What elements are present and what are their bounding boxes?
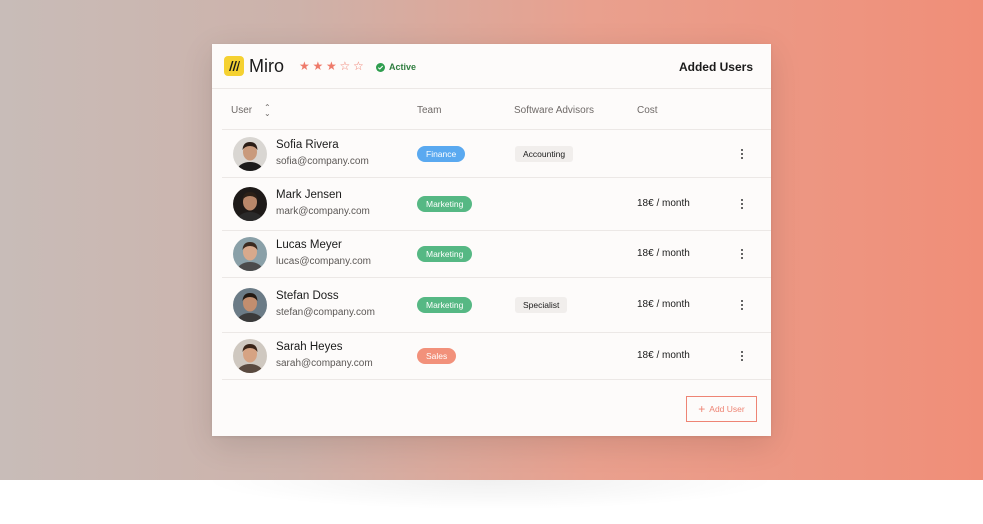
avatar: [233, 338, 267, 373]
user-email: stefan@company.com: [276, 306, 375, 318]
cost-value: 18€ / month: [637, 349, 690, 361]
column-header-team: Team: [417, 105, 442, 116]
team-badge: Sales: [417, 347, 457, 364]
check-circle-icon: [376, 62, 385, 72]
team-badge: Finance: [417, 145, 466, 162]
star-empty-icon: ☆: [339, 59, 351, 73]
divider: [222, 129, 771, 130]
add-user-button[interactable]: + Add User: [686, 396, 757, 422]
status-text: Active: [389, 62, 417, 72]
user-email: sofia@company.com: [276, 155, 369, 167]
user-name: Stefan Doss: [276, 289, 339, 302]
user-email: mark@company.com: [276, 205, 370, 217]
star-filled-icon: ★: [326, 59, 337, 73]
cost-value: 18€ / month: [637, 298, 690, 310]
card-shadow: [200, 480, 780, 510]
add-user-label: Add User: [709, 404, 745, 414]
section-title: Added Users: [678, 60, 753, 74]
user-name: Sofia Rivera: [276, 138, 339, 151]
user-name: Sarah Heyes: [276, 340, 343, 353]
team-badge: Marketing: [417, 245, 473, 262]
plus-icon: +: [698, 402, 706, 416]
more-vertical-icon[interactable]: [740, 198, 744, 211]
divider: [222, 379, 771, 380]
avatar: [233, 186, 267, 221]
sort-icon[interactable]: ⌃ ⌄: [264, 104, 271, 118]
more-vertical-icon[interactable]: [740, 148, 744, 161]
team-badge: Marketing: [417, 296, 473, 313]
team-badge: Marketing: [417, 195, 473, 212]
card-header: Miro ★ ★ ★ ☆ ☆ Active Added Users: [212, 44, 771, 89]
more-vertical-icon[interactable]: [740, 248, 744, 261]
rating-stars: ★ ★ ★ ☆ ☆: [299, 60, 366, 72]
more-vertical-icon[interactable]: [740, 350, 744, 363]
divider: [222, 277, 771, 278]
column-header-advisors: Software Advisors: [514, 105, 595, 116]
users-card: Miro ★ ★ ★ ☆ ☆ Active Added Users User ⌃ ⌄ Te…: [212, 44, 771, 436]
star-filled-icon: ★: [312, 59, 324, 73]
divider: [222, 177, 771, 178]
more-vertical-icon[interactable]: [740, 299, 744, 312]
advisor-chip: Specialist: [515, 296, 568, 313]
user-name: Lucas Meyer: [276, 238, 342, 251]
user-email: lucas@company.com: [276, 255, 371, 267]
avatar: [233, 287, 267, 322]
avatar: [233, 136, 267, 171]
user-name: Mark Jensen: [276, 188, 342, 201]
column-header-cost: Cost: [637, 105, 658, 116]
divider: [222, 230, 771, 231]
miro-logo-icon: [224, 56, 244, 76]
cost-value: 18€ / month: [637, 197, 690, 209]
avatar: [233, 236, 267, 271]
user-email: sarah@company.com: [276, 357, 373, 369]
status-badge: Active: [376, 62, 416, 72]
star-empty-icon: ☆: [353, 59, 364, 73]
cost-value: 18€ / month: [637, 247, 690, 259]
divider: [222, 332, 771, 333]
app-title: Miro: [249, 56, 284, 76]
column-header-user[interactable]: User: [231, 105, 252, 116]
advisor-chip: Accounting: [515, 145, 574, 162]
star-filled-icon: ★: [299, 59, 310, 73]
